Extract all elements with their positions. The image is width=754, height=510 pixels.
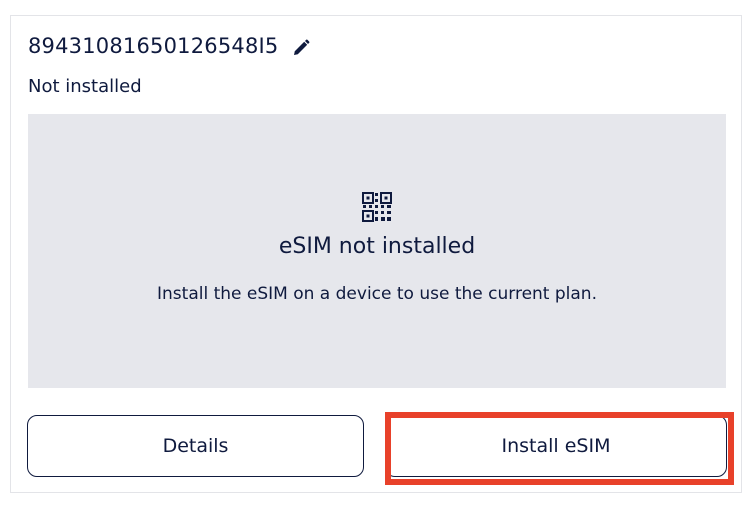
iccid-row: 89431081650126548I5 [28, 34, 311, 58]
edit-icon[interactable] [291, 38, 311, 58]
not-installed-panel: eSIM not installed Install the eSIM on a… [28, 114, 726, 388]
esim-card: 89431081650126548I5 Not installed eSIM n… [10, 15, 742, 493]
install-status: Not installed [28, 76, 142, 97]
install-esim-button[interactable]: Install eSIM [385, 415, 727, 477]
panel-title: eSIM not installed [278, 234, 476, 259]
qr-code-icon [362, 192, 392, 222]
panel-description: Install the eSIM on a device to use the … [157, 284, 597, 304]
details-button[interactable]: Details [27, 415, 364, 477]
iccid-number: 89431081650126548I5 [28, 34, 279, 58]
